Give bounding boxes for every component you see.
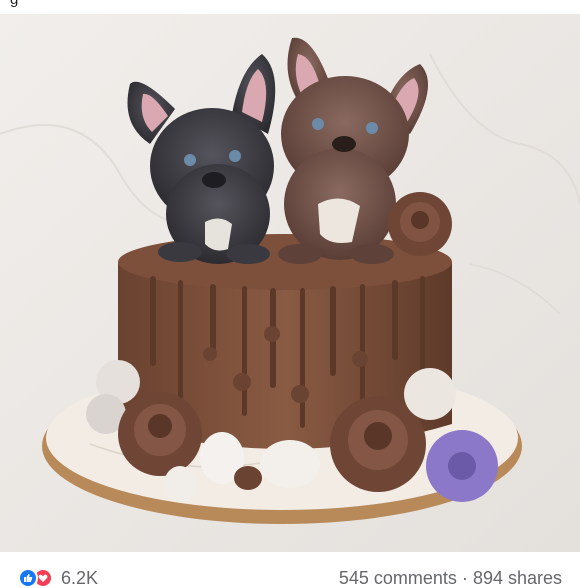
shares-count[interactable]: 894 shares <box>473 568 562 588</box>
reactions-summary[interactable]: 6.2K <box>18 568 98 588</box>
rose-left <box>118 392 202 476</box>
reaction-count: 6.2K <box>61 568 99 588</box>
dot-separator: · <box>461 568 468 588</box>
purple-flower <box>426 430 498 502</box>
like-icon <box>18 568 38 588</box>
comments-count[interactable]: 545 comments <box>339 568 457 588</box>
top-strip: g <box>0 0 580 14</box>
post-text-clipped: g <box>10 0 18 8</box>
post-footer: 6.2K 545 comments · 894 shares <box>0 552 580 588</box>
rose-top <box>388 192 452 256</box>
cream-flower-right <box>404 368 456 420</box>
engagement-stats: 545 comments · 894 shares <box>339 568 562 588</box>
post-photo[interactable] <box>0 14 580 552</box>
cake-illustration <box>0 14 580 552</box>
